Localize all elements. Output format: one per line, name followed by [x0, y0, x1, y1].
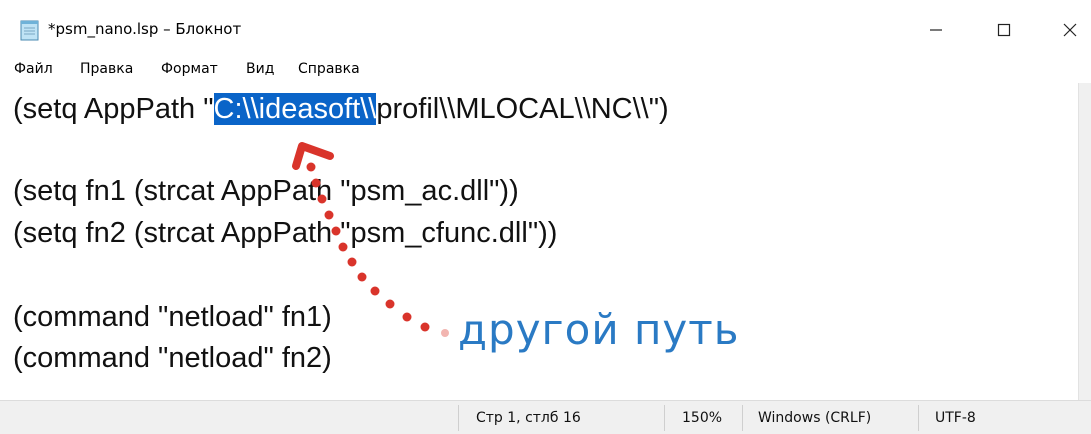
zoom-level: 150%: [682, 410, 723, 426]
menu-help[interactable]: Справка: [298, 61, 360, 77]
maximize-button[interactable]: [981, 10, 1027, 50]
minimize-button[interactable]: [913, 10, 959, 50]
close-icon: [1063, 23, 1077, 37]
encoding: UTF-8: [935, 410, 976, 426]
vertical-scrollbar[interactable]: [1078, 83, 1091, 400]
window-title: *psm_nano.lsp – Блокнот: [48, 20, 242, 38]
menu-file[interactable]: Файл: [14, 61, 53, 77]
title-bar[interactable]: *psm_nano.lsp – Блокнот: [0, 0, 1091, 58]
line-endings: Windows (CRLF): [758, 410, 872, 426]
code-line-6: (command "netload" fn1): [13, 301, 332, 333]
annotation-label: другой путь: [458, 305, 740, 354]
status-separator: [664, 405, 665, 431]
cursor-position: Стр 1, стлб 16: [476, 410, 581, 426]
code-line-1: (setq AppPath "C:\\ideasoft\\profil\\MLO…: [13, 92, 669, 126]
code-line-1-prefix: (setq AppPath ": [13, 93, 214, 125]
code-line-4: (setq fn2 (strcat AppPath "psm_cfunc.dll…: [13, 217, 558, 249]
maximize-icon: [997, 23, 1011, 37]
code-line-1-suffix: profil\\MLOCAL\\NC\\"): [376, 93, 669, 125]
menu-format[interactable]: Формат: [161, 61, 218, 77]
minimize-icon: [930, 29, 942, 31]
status-separator: [458, 405, 459, 431]
menu-edit[interactable]: Правка: [80, 61, 133, 77]
status-bar: Стр 1, стлб 16 150% Windows (CRLF) UTF-8: [0, 400, 1091, 434]
notepad-window: *psm_nano.lsp – Блокнот Файл Правка Форм…: [0, 0, 1091, 434]
status-separator: [918, 405, 919, 431]
status-separator: [742, 405, 743, 431]
code-line-7: (command "netload" fn2): [13, 342, 332, 374]
close-button[interactable]: [1047, 10, 1091, 50]
selected-text[interactable]: C:\\ideasoft\\: [213, 93, 377, 125]
menu-bar: Файл Правка Формат Вид Справка: [0, 58, 1091, 82]
menu-view[interactable]: Вид: [246, 61, 274, 77]
code-line-3: (setq fn1 (strcat AppPath "psm_ac.dll")): [13, 175, 519, 207]
notepad-icon: [20, 19, 40, 41]
